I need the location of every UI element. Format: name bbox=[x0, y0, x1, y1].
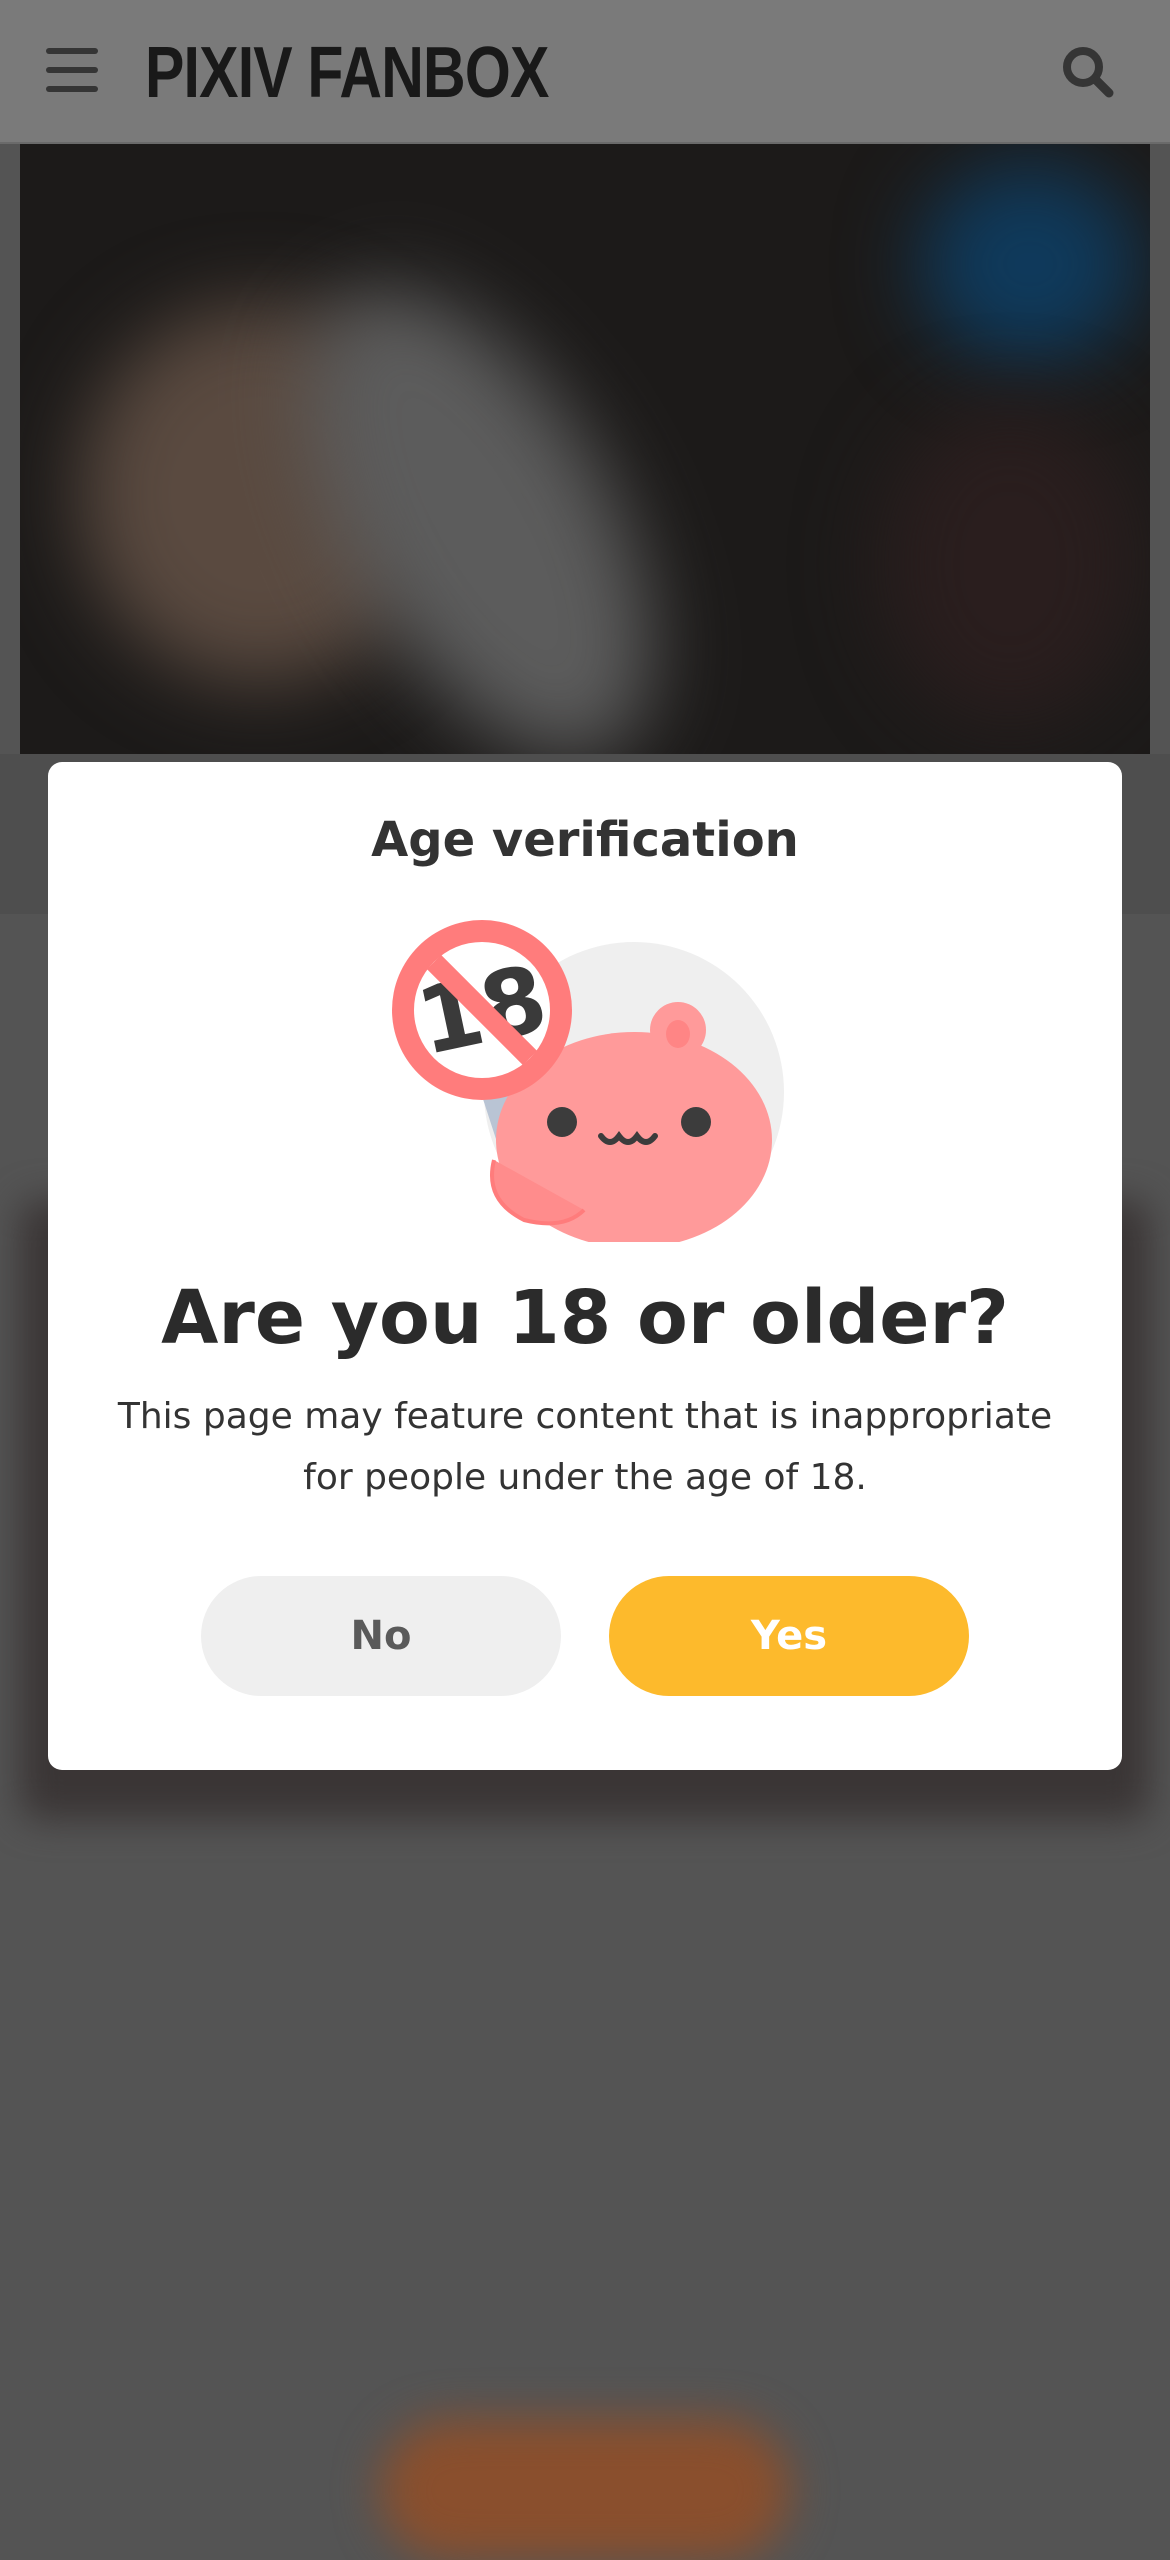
blurred-cover-image bbox=[20, 144, 1150, 754]
dialog-title: Age verification bbox=[371, 812, 799, 868]
age-warning-text: This page may feature content that is in… bbox=[117, 1396, 1053, 1498]
hamburger-menu-icon[interactable] bbox=[40, 42, 104, 98]
age-verification-dialog: Age verification 18 Are you 18 or bbox=[48, 762, 1122, 1770]
fanbox-logo[interactable]: PIXIV FANBOX bbox=[145, 26, 549, 120]
no-button[interactable]: No bbox=[201, 1576, 561, 1696]
age-question: Are you 18 or older? bbox=[161, 1275, 1009, 1361]
age-restriction-mascot-icon: 18 bbox=[386, 912, 786, 1248]
search-icon[interactable] bbox=[1058, 42, 1118, 102]
yes-button[interactable]: Yes bbox=[609, 1576, 969, 1696]
app-header: PIXIV FANBOX bbox=[0, 0, 1170, 144]
blurred-button bbox=[380, 2420, 790, 2560]
